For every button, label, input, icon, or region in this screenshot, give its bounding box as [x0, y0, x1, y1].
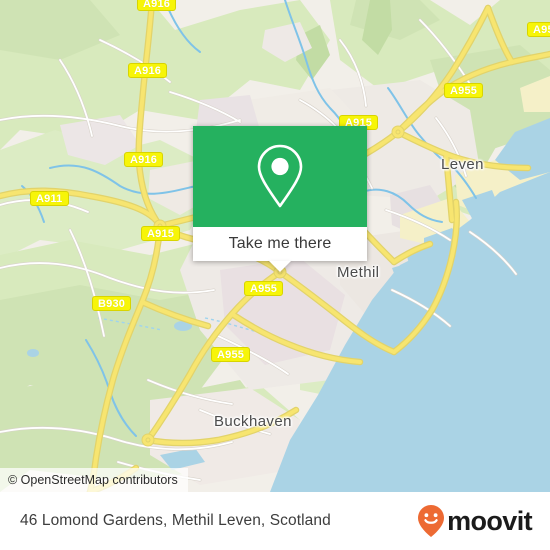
road-shield-a955-north: A955: [444, 83, 484, 98]
place-label-buckhaven: Buckhaven: [214, 413, 292, 430]
attribution-text: © OpenStreetMap contributors: [8, 473, 178, 487]
map-canvas[interactable]: A916 A916 A916 A911 A915 A915 A955 A955 …: [0, 0, 550, 492]
road-shield-a955-south: A955: [211, 347, 251, 362]
bottom-info-bar: 46 Lomond Gardens, Methil Leven, Scotlan…: [0, 492, 550, 550]
moovit-map-page: A916 A916 A916 A911 A915 A915 A955 A955 …: [0, 0, 550, 550]
destination-popup-card[interactable]: Take me there: [193, 126, 367, 272]
road-shield-a955-edge: A955: [527, 22, 550, 37]
place-label-leven: Leven: [441, 156, 484, 173]
popup-icon-area: [193, 126, 367, 227]
road-shield-b930: B930: [92, 296, 132, 311]
road-shield-a911: A911: [30, 191, 69, 206]
map-pin-icon: [257, 144, 303, 207]
road-shield-a955-methil: A955: [244, 281, 284, 296]
road-shield-a915-west: A915: [141, 226, 181, 241]
moovit-smiley-pin-icon: [418, 505, 445, 537]
place-label-methil: Methil: [337, 264, 380, 281]
popup-pointer-tail: [269, 261, 291, 272]
moovit-wordmark: moovit: [447, 505, 533, 536]
road-shield-a916-north: A916: [137, 0, 177, 11]
popup-cta-area[interactable]: Take me there: [193, 227, 367, 261]
moovit-brand[interactable]: moovit: [416, 504, 533, 538]
road-shield-a916-south: A916: [124, 152, 164, 167]
road-shield-a916-mid: A916: [128, 63, 168, 78]
map-attribution[interactable]: © OpenStreetMap contributors: [0, 468, 188, 492]
take-me-there-label: Take me there: [228, 235, 332, 252]
address-label: 46 Lomond Gardens, Methil Leven, Scotlan…: [20, 512, 331, 529]
